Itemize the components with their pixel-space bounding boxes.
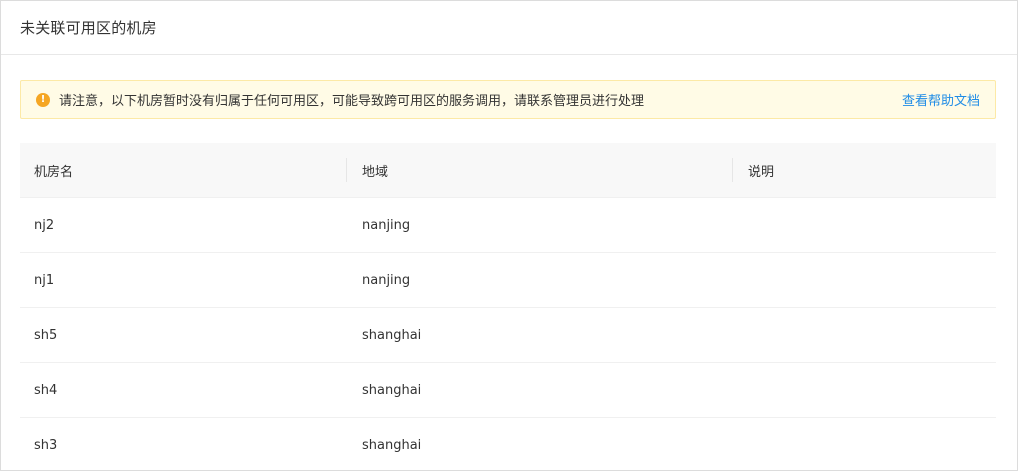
cell-region: shanghai [362, 382, 422, 398]
cell-region: shanghai [362, 327, 422, 343]
idc-table: 机房名 地域 说明 nj2 nanjing nj1 nanjing sh5 sh… [20, 143, 996, 470]
cell-idc-name: sh5 [34, 327, 58, 343]
table-row: sh4 shanghai [20, 363, 996, 418]
cell-idc-name: sh4 [34, 382, 58, 398]
column-header-description: 说明 [732, 143, 996, 197]
cell-region: nanjing [362, 272, 411, 288]
cell-region: nanjing [362, 217, 411, 233]
table-row: sh5 shanghai [20, 308, 996, 363]
warning-notice: ! 请注意，以下机房暂时没有归属于任何可用区，可能导致跨可用区的服务调用，请联系… [20, 80, 996, 119]
notice-text: 请注意，以下机房暂时没有归属于任何可用区，可能导致跨可用区的服务调用，请联系管理… [59, 94, 645, 109]
table-row: nj2 nanjing [20, 198, 996, 253]
warning-circle-icon: ! [36, 92, 50, 107]
table-row: sh3 shanghai [20, 418, 996, 470]
panel-header: 未关联可用区的机房 [1, 1, 1017, 55]
help-docs-link[interactable]: 查看帮助文档 [902, 90, 980, 109]
column-header-idc-name: 机房名 [34, 164, 74, 180]
cell-idc-name: nj2 [34, 217, 55, 233]
panel-title: 未关联可用区的机房 [20, 19, 157, 37]
table-row: nj1 nanjing [20, 253, 996, 308]
table-header: 机房名 地域 说明 [20, 143, 996, 198]
cell-idc-name: sh3 [34, 437, 58, 453]
cell-region: shanghai [362, 437, 422, 453]
unassociated-idc-panel: 未关联可用区的机房 ! 请注意，以下机房暂时没有归属于任何可用区，可能导致跨可用… [0, 0, 1018, 471]
cell-idc-name: nj1 [34, 272, 55, 288]
column-header-region: 地域 [346, 143, 732, 197]
